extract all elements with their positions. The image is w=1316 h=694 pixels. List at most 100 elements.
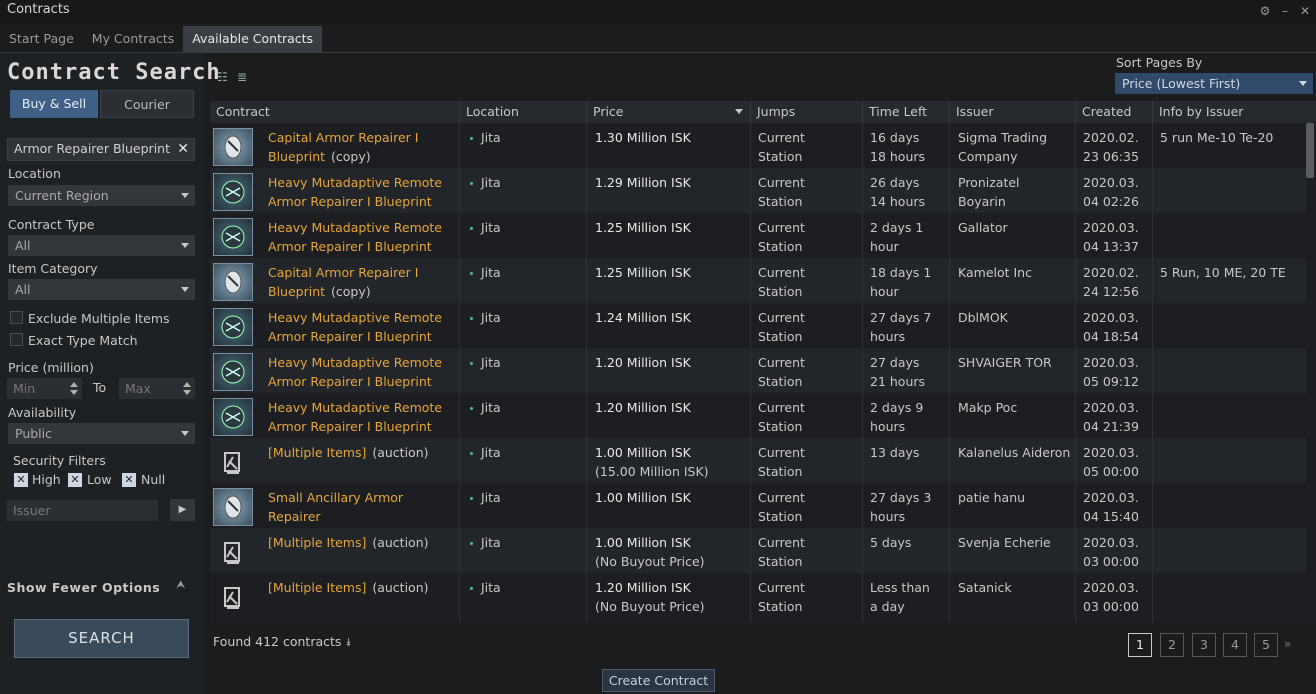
issuer-line1[interactable]: Kamelot Inc	[958, 263, 1032, 282]
location-cell[interactable]: Jita	[470, 488, 501, 507]
table-row[interactable]: Small Ancillary Armor RepairerBlueprint …	[210, 483, 1306, 543]
clear-search-icon[interactable]: ✕	[177, 139, 189, 159]
stepper-up-icon[interactable]	[70, 382, 78, 387]
table-row[interactable]: Heavy Mutadaptive Remote Armor Repairer I…	[210, 213, 1306, 258]
issuer-line1[interactable]: Gallator	[958, 218, 1008, 237]
table-row[interactable]: Capital Armor Repairer I Blueprint (copy)…	[210, 258, 1306, 303]
table-row[interactable]: Heavy Mutadaptive Remote Armor Repairer I…	[210, 168, 1306, 213]
table-row[interactable]: Heavy Mutadaptive Remote Armor Repairer I…	[210, 348, 1306, 393]
buy-sell-toggle[interactable]: Buy & Sell	[10, 90, 98, 118]
issuer-line1[interactable]: Svenja Echerie	[958, 533, 1051, 552]
contract-name-line2[interactable]: Blueprint	[268, 284, 325, 299]
courier-toggle[interactable]: Courier	[100, 90, 194, 118]
col-contract[interactable]: Contract	[210, 101, 459, 123]
contract-name-line1[interactable]: [Multiple Items]	[268, 580, 366, 595]
location-cell[interactable]: Jita	[470, 173, 501, 192]
contract-name-line1[interactable]: [Multiple Items]	[268, 445, 366, 460]
stepper-up-icon[interactable]	[183, 382, 191, 387]
location-cell[interactable]: Jita	[470, 443, 501, 462]
contract-name[interactable]: Capital Armor Repairer I Blueprint (copy)	[268, 128, 458, 166]
contract-name-line1[interactable]: Capital Armor Repairer I	[268, 130, 418, 145]
issuer-line1[interactable]: Makp Poc	[958, 398, 1017, 417]
issuer-line1[interactable]: Sigma Trading	[958, 128, 1047, 147]
list-view-icon[interactable]: ≣	[237, 70, 247, 84]
contract-name[interactable]: [Multiple Items] (auction)	[268, 443, 458, 462]
table-row[interactable]: Heavy Mutadaptive Remote Armor Repairer I…	[210, 303, 1306, 348]
tab-start-page[interactable]: Start Page	[0, 26, 83, 52]
table-row[interactable]: [Multiple Items] (auction) Jita 1.20 Milli…	[210, 573, 1306, 618]
contract-type-dropdown[interactable]: All	[8, 235, 195, 256]
tab-my-contracts[interactable]: My Contracts	[83, 26, 183, 52]
location-dropdown[interactable]: Current Region	[8, 185, 195, 206]
price-min-input[interactable]: Min	[7, 378, 82, 399]
table-row[interactable]: [Multiple Items] (auction) Jita 1.00 Milli…	[210, 438, 1306, 483]
contract-name-line1[interactable]: Heavy Mutadaptive Remote	[268, 355, 442, 370]
col-time-left[interactable]: Time Left	[862, 101, 949, 123]
null-sec-checkbox[interactable]: ✕	[122, 473, 136, 487]
low-sec-checkbox[interactable]: ✕	[68, 473, 82, 487]
table-row[interactable]: [Multiple Items] (auction) Jita 1.00 Milli…	[210, 528, 1306, 573]
contract-name[interactable]: Capital Armor Repairer I Blueprint (copy)	[268, 263, 458, 301]
contract-name-line2[interactable]: Armor Repairer I Blueprint	[268, 374, 432, 389]
contract-name[interactable]: [Multiple Items] (auction)	[268, 533, 458, 552]
issuer-line2[interactable]: Boyarin	[958, 192, 1020, 211]
tab-available-contracts[interactable]: Available Contracts	[183, 26, 323, 52]
contract-name[interactable]: [Multiple Items] (auction)	[268, 578, 458, 597]
issuer-cell[interactable]: Svenja Echerie	[958, 533, 1051, 552]
contract-name-line1[interactable]: Capital Armor Repairer I	[268, 265, 418, 280]
col-price[interactable]: Price	[586, 101, 750, 123]
contract-name-line2[interactable]: Armor Repairer I Blueprint	[268, 419, 432, 434]
location-cell[interactable]: Jita	[470, 218, 501, 237]
search-button[interactable]: SEARCH	[14, 619, 189, 658]
minimize-icon[interactable]: –	[1278, 4, 1292, 18]
issuer-line1[interactable]: Satanick	[958, 578, 1012, 597]
issuer-line1[interactable]: Pronizatel	[958, 173, 1020, 192]
location-cell[interactable]: Jita	[470, 578, 501, 597]
contract-name-line2[interactable]: Armor Repairer I Blueprint	[268, 194, 432, 209]
issuer-line1[interactable]: DblMOK	[958, 308, 1008, 327]
contract-name[interactable]: Heavy Mutadaptive Remote Armor Repairer I…	[268, 398, 458, 436]
contract-name-line2[interactable]: Blueprint	[268, 149, 325, 164]
show-fewer-options[interactable]: Show Fewer Options	[7, 580, 160, 595]
issuer-cell[interactable]: Gallator	[958, 218, 1008, 237]
issuer-go-button[interactable]: ▶	[170, 499, 195, 521]
exclude-multiple-checkbox[interactable]	[10, 311, 23, 324]
item-search-input[interactable]: Armor Repairer Blueprint ✕	[7, 138, 195, 161]
contract-name[interactable]: Heavy Mutadaptive Remote Armor Repairer I…	[268, 173, 458, 211]
contract-name[interactable]: Heavy Mutadaptive Remote Armor Repairer I…	[268, 218, 458, 256]
col-created[interactable]: Created	[1075, 101, 1152, 123]
issuer-cell[interactable]: Makp Poc	[958, 398, 1017, 417]
exact-type-checkbox[interactable]	[10, 333, 23, 346]
col-jumps[interactable]: Jumps	[750, 101, 862, 123]
page-4-button[interactable]: 4	[1223, 633, 1247, 657]
page-3-button[interactable]: 3	[1192, 633, 1216, 657]
high-sec-checkbox[interactable]: ✕	[14, 473, 28, 487]
expand-icon[interactable]: ⯯	[345, 636, 352, 649]
next-page-icon[interactable]: »	[1284, 637, 1291, 651]
issuer-line2[interactable]: Company	[958, 147, 1047, 166]
contract-name-line1[interactable]: Small Ancillary Armor Repairer	[268, 490, 403, 524]
price-max-input[interactable]: Max	[119, 378, 195, 399]
page-2-button[interactable]: 2	[1160, 633, 1184, 657]
issuer-cell[interactable]: Kamelot Inc	[958, 263, 1032, 282]
location-cell[interactable]: Jita	[470, 128, 501, 147]
contract-name-line2[interactable]: Armor Repairer I Blueprint	[268, 239, 432, 254]
stepper-down-icon[interactable]	[183, 390, 191, 395]
issuer-input[interactable]: Issuer	[7, 500, 158, 521]
issuer-line1[interactable]: SHVAIGER TOR	[958, 353, 1052, 372]
settings-icon[interactable]: ⚙	[1258, 4, 1272, 18]
item-category-dropdown[interactable]: All	[8, 279, 195, 300]
issuer-cell[interactable]: Sigma Trading Company	[958, 128, 1047, 166]
close-icon[interactable]: ✕	[1298, 4, 1312, 18]
location-cell[interactable]: Jita	[470, 263, 501, 282]
contract-name-line1[interactable]: Heavy Mutadaptive Remote	[268, 220, 442, 235]
page-1-button[interactable]: 1	[1128, 633, 1152, 657]
issuer-cell[interactable]: patie hanu	[958, 488, 1025, 507]
contract-name[interactable]: Heavy Mutadaptive Remote Armor Repairer I…	[268, 308, 458, 346]
availability-dropdown[interactable]: Public	[8, 423, 195, 444]
stepper-down-icon[interactable]	[70, 390, 78, 395]
contract-name-line1[interactable]: Heavy Mutadaptive Remote	[268, 310, 442, 325]
issuer-line1[interactable]: Kalanelus Aideron	[958, 443, 1070, 462]
sort-dropdown[interactable]: Price (Lowest First)	[1115, 73, 1313, 94]
table-scrollbar[interactable]	[1306, 123, 1314, 178]
